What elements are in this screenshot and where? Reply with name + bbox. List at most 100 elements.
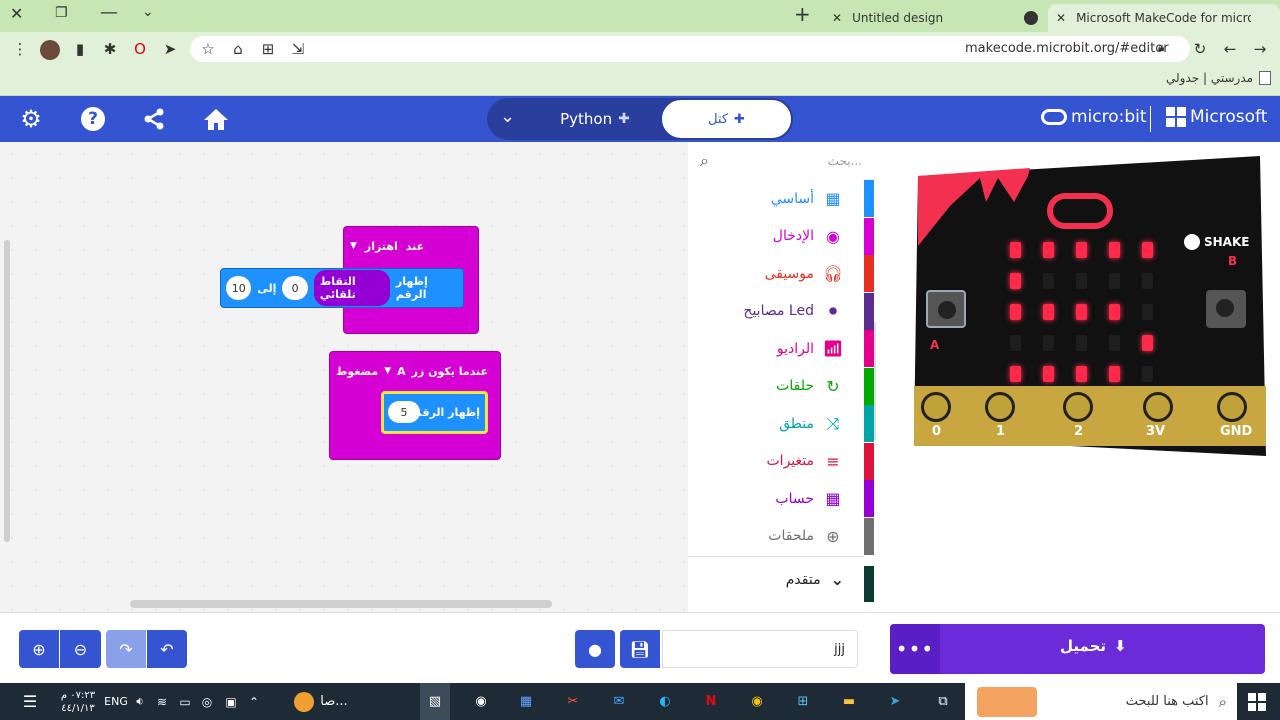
pin-gnd[interactable] xyxy=(1217,392,1247,422)
obs-icon[interactable]: ◉ xyxy=(466,683,496,720)
clock[interactable]: ٠٧:٢٣ م ٤٤/١/١٣ xyxy=(52,683,104,720)
tab-makecode[interactable]: ✕ Microsoft MakeCode for micro:bit xyxy=(1048,4,1280,32)
more-options-icon[interactable]: ••• xyxy=(890,624,940,674)
toolbox-search[interactable]: ⌕ بحث... xyxy=(696,148,876,174)
project-name-input[interactable]: jjj xyxy=(662,630,858,668)
battery-icon[interactable]: ▭ xyxy=(176,683,194,720)
toolbox-category[interactable]: الإدخال ◉ xyxy=(688,218,864,255)
undo-icon[interactable]: ↶ xyxy=(147,630,187,668)
address-bar[interactable]: ☆ ⌂ ⊞ ⇲ makecode.microbit.org/#editor 🔒︎ xyxy=(190,36,1190,62)
pick-random-block[interactable]: التقاط تلقائي xyxy=(313,270,390,306)
share-icon[interactable] xyxy=(134,96,174,142)
taskbar-app-running[interactable]: صا... xyxy=(276,683,366,720)
url-text[interactable]: makecode.microbit.org/#editor xyxy=(965,41,1169,56)
minimize-window-icon[interactable]: — xyxy=(100,2,118,23)
button-a-label: A xyxy=(930,338,940,352)
close-window-icon[interactable]: ✕ xyxy=(10,4,23,23)
home-icon[interactable] xyxy=(196,96,236,142)
save-icon[interactable]: 💾︎ xyxy=(620,630,660,668)
on-shake-header[interactable]: عند اهتزاز ▼ xyxy=(350,232,474,260)
store-icon[interactable]: ⊞ xyxy=(788,683,818,720)
location-icon[interactable]: ◎ xyxy=(198,683,216,720)
blocks-toggle[interactable]: كتل ✚ xyxy=(660,98,793,140)
dropdown-arrow-icon[interactable]: ▼ xyxy=(384,366,391,376)
pin-1[interactable] xyxy=(985,392,1015,422)
language-indicator[interactable]: ENG xyxy=(103,683,129,720)
translate-icon[interactable]: ⊞ xyxy=(256,32,280,66)
blocks-workspace[interactable]: عند اهتزاز ▼ 10 إلى 0 التقاط تلقائي إظها… xyxy=(0,142,688,612)
calculator-app-icon[interactable]: ▦ xyxy=(511,683,541,720)
volume-icon[interactable]: 🔉︎ xyxy=(131,683,149,720)
number-value[interactable]: 5 xyxy=(388,401,420,423)
taskbar-search[interactable]: اكتب هنا للبحث ⌕ xyxy=(965,683,1237,720)
reload-icon[interactable]: ↻ xyxy=(1188,32,1212,66)
loop-icon: ↻ xyxy=(826,376,840,396)
bookmark-item[interactable]: مدرستي | جدولي xyxy=(1166,71,1272,85)
random-to-value[interactable]: 10 xyxy=(226,276,252,300)
settings-gear-icon[interactable]: ⚙ xyxy=(11,96,51,142)
dropdown-arrow-icon[interactable]: ▼ xyxy=(350,241,357,251)
tab-close-icon[interactable]: ✕ xyxy=(832,11,842,25)
zoom-in-icon[interactable]: ⊕ xyxy=(19,630,59,668)
redo-icon[interactable]: ↷ xyxy=(106,630,146,668)
forward-icon[interactable]: → xyxy=(1248,32,1272,66)
notification-icon[interactable]: ☰ xyxy=(15,683,45,720)
toolbox-category[interactable]: منطق ⤨ xyxy=(688,405,864,442)
horizontal-scrollbar[interactable] xyxy=(130,600,552,608)
snip-tool-icon[interactable]: ✂ xyxy=(558,683,588,720)
chevron-up-icon[interactable]: ⌃ xyxy=(245,683,263,720)
save-page-icon[interactable]: ⌂ xyxy=(226,32,250,66)
avatar[interactable] xyxy=(40,40,60,60)
wifi-icon[interactable]: ≋ xyxy=(153,683,171,720)
button-b[interactable] xyxy=(1206,290,1246,328)
toolbox-category[interactable]: موسيقى 🎧︎ xyxy=(688,255,864,292)
pin-3v[interactable] xyxy=(1143,392,1173,422)
toolbox-category[interactable]: مصابيح Led ⏺ xyxy=(688,293,864,330)
zoom-out-icon[interactable]: ⊖ xyxy=(60,630,101,668)
random-from-value[interactable]: 0 xyxy=(282,276,308,300)
tab-untitled-design[interactable]: ✕ Untitled design xyxy=(824,4,1046,32)
help-icon[interactable]: ? xyxy=(73,96,113,142)
telegram-icon[interactable]: ➤ xyxy=(880,683,910,720)
netflix-icon[interactable]: N xyxy=(696,683,726,720)
toolbox-category[interactable]: حساب ▦ xyxy=(688,480,864,517)
button-a[interactable] xyxy=(926,290,966,328)
toolbox-advanced[interactable]: متقدم ⌄ xyxy=(688,556,864,602)
star-icon[interactable]: ☆ xyxy=(196,32,220,66)
on-button-header[interactable]: عندما يكون زر A ▼ مضغوط xyxy=(336,358,496,384)
restore-window-icon[interactable]: ❐ xyxy=(55,5,68,21)
pin-0[interactable] xyxy=(921,392,951,422)
tab-close-icon[interactable]: ✕ xyxy=(1056,11,1066,25)
chrome-icon[interactable]: ◉ xyxy=(742,683,772,720)
shake-button[interactable]: SHAKE xyxy=(1184,234,1249,250)
sidebar-icon[interactable]: ▮ xyxy=(68,32,92,66)
extensions-icon[interactable]: ✱ xyxy=(98,32,122,66)
microsoft-logo[interactable]: Microsoft xyxy=(1166,107,1267,127)
python-toggle[interactable]: Python ✚ xyxy=(540,98,650,140)
menu-icon[interactable]: ⋮ xyxy=(8,32,32,66)
pin-2[interactable] xyxy=(1063,392,1093,422)
lock-icon[interactable]: 🔒︎ xyxy=(1158,40,1164,55)
toolbox-category[interactable]: متغيرات ≡ xyxy=(688,443,864,480)
new-tab-icon[interactable]: + xyxy=(794,2,811,26)
start-windows-icon[interactable] xyxy=(1242,683,1272,720)
meet-icon[interactable]: ▣ xyxy=(222,683,240,720)
photos-app-icon[interactable]: ▧ xyxy=(420,683,450,720)
mail-icon[interactable]: ✉ xyxy=(604,683,634,720)
edge-icon[interactable]: ◐ xyxy=(650,683,680,720)
task-view-icon[interactable]: ⧉ xyxy=(928,683,958,720)
opera-icon[interactable]: O xyxy=(128,32,152,66)
toolbox-category[interactable]: حلقات ↻ xyxy=(688,368,864,405)
toolbox-category[interactable]: أساسي ▦ xyxy=(688,180,864,217)
toolbox-category[interactable]: الراديو 📶︎ xyxy=(688,330,864,367)
back-icon[interactable]: ← xyxy=(1218,32,1242,66)
microbit-logo[interactable]: micro:bit xyxy=(1041,107,1147,127)
tab-search-icon[interactable]: ⌄ xyxy=(142,4,154,20)
toolbox-category[interactable]: ملحقات ⊕ xyxy=(688,518,864,555)
file-explorer-icon[interactable]: ▬ xyxy=(834,683,864,720)
vertical-scrollbar[interactable] xyxy=(4,240,10,542)
chevron-down-icon[interactable]: ⌄ xyxy=(500,106,515,127)
github-icon[interactable]: ● xyxy=(575,630,615,668)
install-icon[interactable]: ⇲ xyxy=(286,32,310,66)
cursor-icon[interactable]: ➤ xyxy=(158,32,182,66)
